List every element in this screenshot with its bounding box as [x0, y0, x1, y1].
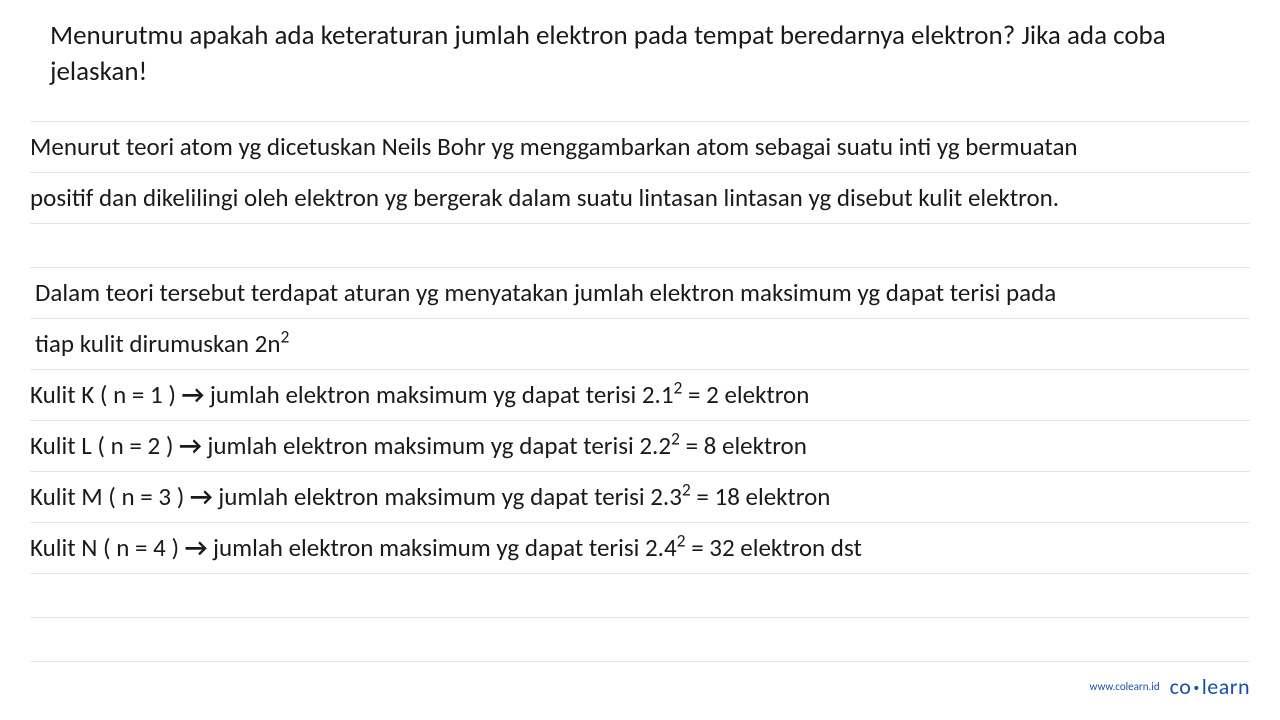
- shell-l: Kulit L ( n = 2 ) → jumlah elektron maks…: [30, 421, 1250, 472]
- sup-l: 2: [671, 428, 680, 450]
- brand-learn: learn: [1202, 673, 1250, 700]
- arrow-icon: →: [185, 532, 208, 563]
- brand-dot-icon: ·: [1193, 673, 1199, 700]
- footer-brand: www.colearn.id co·learn: [1090, 673, 1250, 700]
- para1-line2: positif dan dikelilingi oleh elektron yg…: [30, 173, 1250, 224]
- shell-n-suffix: = 32 elektron dst: [686, 532, 862, 563]
- para1-line1: Menurut teori atom yg dicetuskan Neils B…: [30, 121, 1250, 173]
- shell-n-prefix: Kulit N ( n = 4 ): [30, 532, 185, 563]
- shell-k-prefix: Kulit K ( n = 1 ): [30, 379, 182, 410]
- blank-line-3: [30, 618, 1250, 662]
- shell-k: Kulit K ( n = 1 ) → jumlah elektron maks…: [30, 370, 1250, 421]
- para2-line1: Dalam teori tersebut terdapat aturan yg …: [30, 268, 1250, 319]
- content-area: Menurut teori atom yg dicetuskan Neils B…: [20, 121, 1260, 662]
- footer-url: www.colearn.id: [1090, 680, 1160, 693]
- shell-l-prefix: Kulit L ( n = 2 ): [30, 430, 179, 461]
- sup-formula: 2: [280, 326, 289, 348]
- para2-line2: tiap kulit dirumuskan 2n2: [30, 319, 1250, 370]
- blank-line-1: [30, 224, 1250, 268]
- sup-m: 2: [682, 479, 691, 501]
- arrow-icon: →: [182, 379, 205, 410]
- sup-n: 2: [677, 530, 686, 552]
- shell-k-suffix: = 2 elektron: [682, 379, 809, 410]
- shell-k-mid: jumlah elektron maksimum yg dapat terisi…: [204, 379, 673, 410]
- shell-m-prefix: Kulit M ( n = 3 ): [30, 481, 190, 512]
- shell-l-suffix: = 8 elektron: [680, 430, 807, 461]
- para2-line2-text: tiap kulit dirumuskan 2n: [35, 328, 280, 359]
- shell-m-suffix: = 18 elektron: [691, 481, 831, 512]
- shell-l-mid: jumlah elektron maksimum yg dapat terisi…: [202, 430, 671, 461]
- shell-n: Kulit N ( n = 4 ) → jumlah elektron maks…: [30, 523, 1250, 574]
- arrow-icon: →: [179, 430, 202, 461]
- shell-m-mid: jumlah elektron maksimum yg dapat terisi…: [213, 481, 682, 512]
- arrow-icon: →: [190, 481, 213, 512]
- blank-line-2: [30, 574, 1250, 618]
- brand-logo: co·learn: [1170, 673, 1250, 700]
- shell-n-mid: jumlah elektron maksimum yg dapat terisi…: [207, 532, 676, 563]
- question-text: Menurutmu apakah ada keteraturan jumlah …: [20, 18, 1260, 91]
- brand-co: co: [1170, 673, 1192, 700]
- shell-m: Kulit M ( n = 3 ) → jumlah elektron maks…: [30, 472, 1250, 523]
